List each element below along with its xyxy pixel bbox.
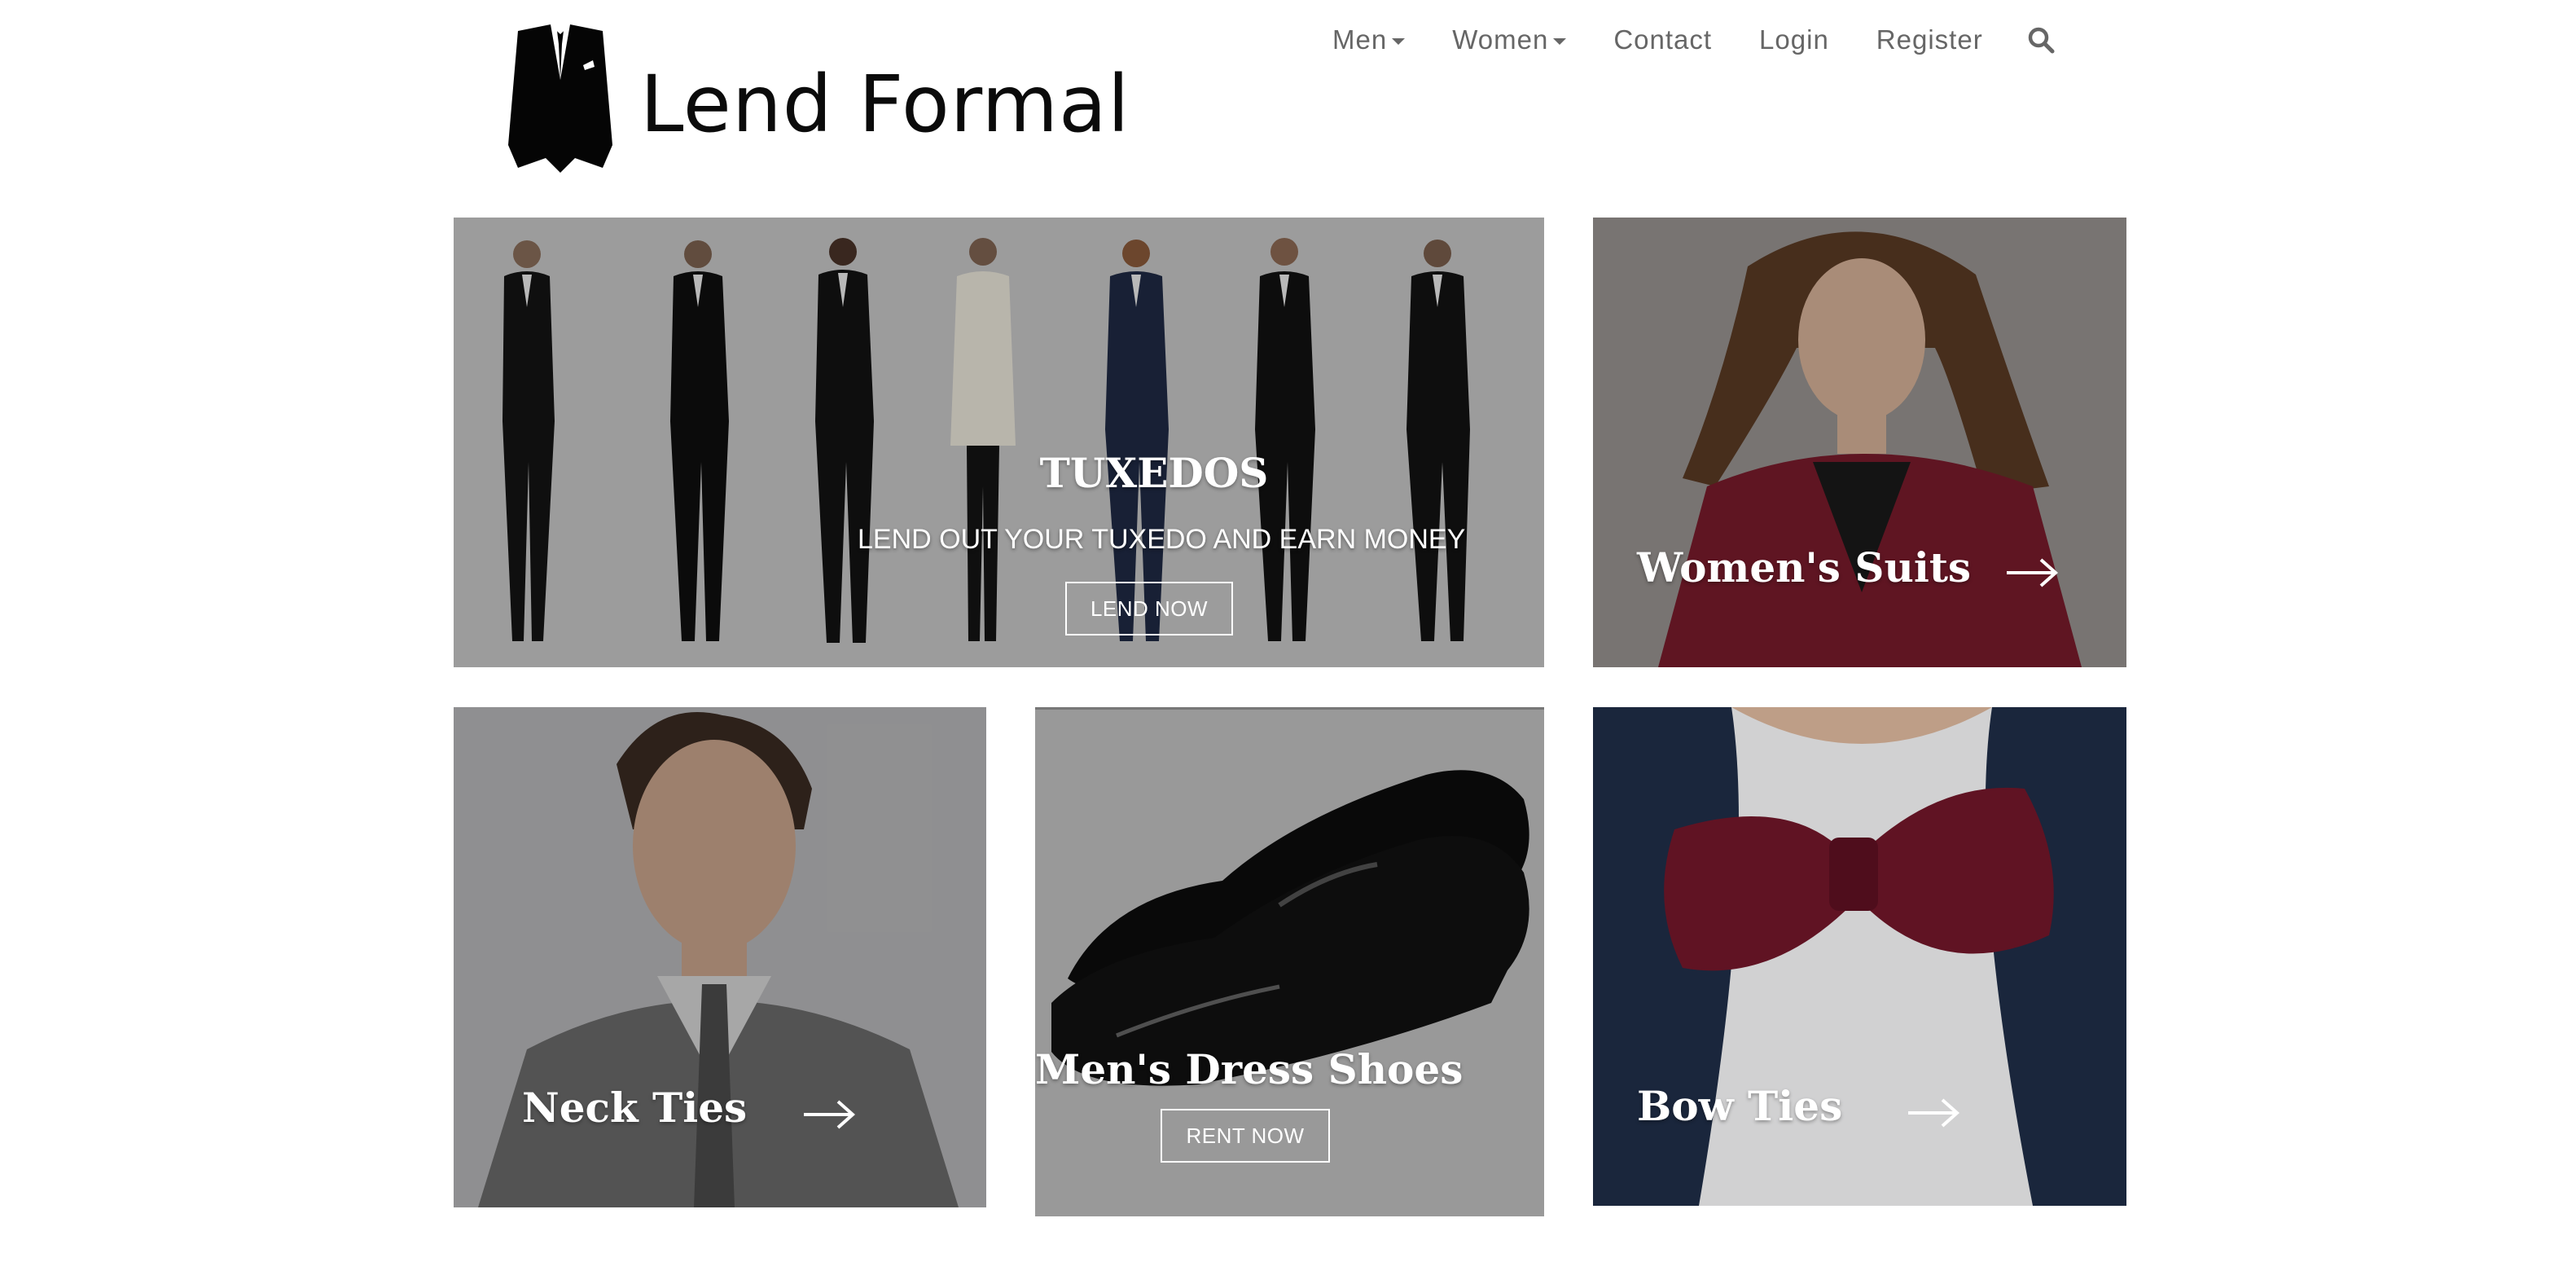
mens-dress-shoes-title: Men's Dress Shoes <box>1035 1045 1464 1093</box>
nav-item-men-label: Men <box>1332 24 1388 55</box>
brand-logo-link[interactable]: Lend Formal <box>503 23 1130 173</box>
neck-ties-title: Neck Ties <box>522 1084 748 1132</box>
mens-dress-shoes-tile[interactable]: Men's Dress Shoes RENT NOW <box>1035 707 1544 1216</box>
nav-item-contact-label: Contact <box>1613 24 1713 55</box>
rent-now-button[interactable]: RENT NOW <box>1161 1109 1330 1163</box>
tuxedos-tile[interactable]: TUXEDOS LEND OUT YOUR TUXEDO AND EARN MO… <box>454 218 1544 667</box>
arrow-right-icon[interactable] <box>802 1098 856 1131</box>
search-icon <box>2028 27 2055 54</box>
nav-item-women-label: Women <box>1452 24 1549 55</box>
image-overlay <box>454 218 1544 667</box>
nav-item-women[interactable]: Women <box>1452 18 1567 62</box>
bow-ties-title: Bow Ties <box>1637 1082 1843 1130</box>
nav-item-register[interactable]: Register <box>1876 18 1983 62</box>
image-overlay <box>1593 707 2126 1206</box>
lend-now-button[interactable]: LEND NOW <box>1065 582 1233 635</box>
image-overlay <box>454 707 986 1207</box>
nav-item-login[interactable]: Login <box>1759 18 1829 62</box>
nav-item-men[interactable]: Men <box>1332 18 1406 62</box>
arrow-right-icon[interactable] <box>1907 1097 1960 1129</box>
nav-item-contact[interactable]: Contact <box>1613 18 1712 62</box>
brand-name: Lend Formal <box>640 59 1130 150</box>
search-button[interactable] <box>2027 26 2055 54</box>
tuxedos-subtitle: LEND OUT YOUR TUXEDO AND EARN MONEY <box>858 524 1466 555</box>
womens-suits-title: Women's Suits <box>1637 543 1972 591</box>
page: Lend Formal Men Women Contact Login Regi… <box>0 0 2576 1284</box>
arrow-right-icon[interactable] <box>2005 556 2059 589</box>
bow-ties-tile[interactable]: Bow Ties <box>1593 707 2126 1206</box>
main-nav: Men Women Contact Login Register <box>1332 18 2055 62</box>
womens-suits-tile[interactable]: Women's Suits <box>1593 218 2126 667</box>
caret-down-icon <box>1553 38 1567 45</box>
nav-item-register-label: Register <box>1876 24 1983 55</box>
nav-item-login-label: Login <box>1759 24 1829 55</box>
tuxedos-title: TUXEDOS <box>1039 449 1269 497</box>
tuxedo-jacket-icon <box>508 24 612 173</box>
neck-ties-tile[interactable]: Neck Ties <box>454 707 986 1207</box>
caret-down-icon <box>1392 38 1406 45</box>
image-overlay <box>1593 218 2126 667</box>
